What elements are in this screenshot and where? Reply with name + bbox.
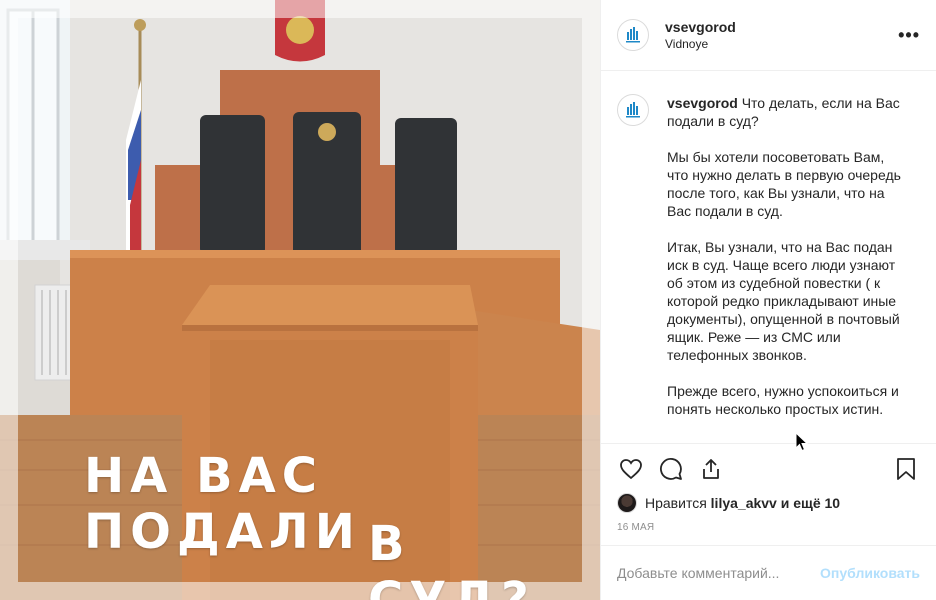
- caption-paragraph: Прежде всего, нужно успокоиться и понять…: [667, 383, 899, 417]
- author-avatar[interactable]: [617, 19, 649, 51]
- author-username[interactable]: vsevgorod: [665, 19, 898, 35]
- caption: vsevgorod Что делать, если на Вас подали…: [617, 94, 920, 436]
- post-image[interactable]: НА ВАС ПОДАЛИ В СУД?: [0, 0, 600, 600]
- image-overlay-subtitle: В СУД?: [368, 516, 535, 600]
- likes-line: Нравится lilya_akvv и ещё 10: [617, 493, 920, 513]
- comments-area[interactable]: vsevgorod Что делать, если на Вас подали…: [601, 72, 936, 442]
- post-actions: Нравится lilya_akvv и ещё 10 16 МАЯ: [601, 443, 936, 533]
- comment-icon[interactable]: [657, 455, 685, 483]
- action-icons: [617, 444, 920, 494]
- caption-author-avatar[interactable]: [617, 94, 649, 126]
- add-comment-bar: Опубликовать: [601, 545, 936, 600]
- publish-button[interactable]: Опубликовать: [820, 565, 920, 581]
- caption-username[interactable]: vsevgorod: [667, 95, 738, 111]
- post-side-panel: vsevgorod Vidnoye ••• vsevgorod Что дела…: [600, 0, 936, 600]
- caption-paragraph: Итак, Вы узнали, что на Вас подан иск в …: [667, 239, 900, 363]
- post-date[interactable]: 16 МАЯ: [617, 522, 920, 533]
- instagram-post: НА ВАС ПОДАЛИ В СУД? vsevgorod Vidnoye •…: [0, 0, 936, 600]
- heart-icon[interactable]: [617, 455, 645, 483]
- mouse-cursor-icon: [795, 432, 809, 452]
- caption-paragraph: Мы бы хотели посоветовать Вам, что нужно…: [667, 149, 901, 219]
- header-text: vsevgorod Vidnoye: [665, 19, 898, 51]
- liker-username[interactable]: lilya_akvv: [711, 495, 777, 511]
- caption-paragraph: vsevgorod Что делать, если на Вас подали…: [667, 94, 907, 130]
- likes-more[interactable]: и ещё 10: [781, 495, 840, 511]
- comment-input[interactable]: [617, 565, 821, 581]
- post-location[interactable]: Vidnoye: [665, 37, 898, 51]
- likes-prefix: Нравится: [645, 495, 707, 511]
- liker-avatar[interactable]: [617, 493, 637, 513]
- more-horizontal-icon[interactable]: •••: [898, 25, 920, 46]
- share-icon[interactable]: [697, 455, 725, 483]
- post-header: vsevgorod Vidnoye •••: [601, 0, 936, 71]
- city-logo-icon: [626, 27, 640, 43]
- bookmark-icon[interactable]: [892, 455, 920, 483]
- city-logo-icon: [626, 102, 640, 118]
- caption-body: vsevgorod Что делать, если на Вас подали…: [667, 94, 907, 436]
